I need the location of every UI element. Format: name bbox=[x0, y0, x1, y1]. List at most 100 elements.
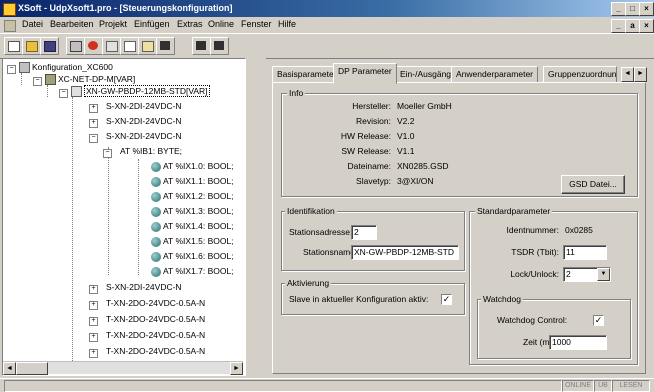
variable-icon bbox=[151, 221, 161, 232]
watchdog-control-label: Watchdog Control: bbox=[497, 315, 568, 325]
status-ueb: ÜB bbox=[594, 380, 612, 392]
save-button[interactable] bbox=[40, 37, 59, 55]
expand-icon[interactable]: + bbox=[89, 104, 98, 113]
tree-horizontal-scrollbar[interactable]: ◄ ► bbox=[3, 361, 243, 375]
status-message bbox=[4, 380, 562, 392]
find-button[interactable] bbox=[156, 37, 175, 55]
expand-icon[interactable]: + bbox=[89, 301, 98, 310]
variable-icon bbox=[151, 176, 161, 187]
tree-module[interactable]: + T-XN-2DO-24VDC-0.5A-N bbox=[89, 313, 205, 326]
stationsname-input[interactable]: XN-GW-PBDP-12MB-STD bbox=[351, 245, 459, 260]
info-group-label: Info bbox=[287, 88, 306, 98]
menu-projekt[interactable]: Projekt bbox=[99, 19, 127, 29]
tree-module[interactable]: + T-XN-2DO-24VDC-0.5A-N bbox=[89, 297, 205, 310]
stationsadresse-input[interactable]: 2 bbox=[351, 225, 377, 240]
compile-button[interactable] bbox=[66, 37, 85, 55]
hersteller-label: Hersteller: bbox=[352, 101, 391, 111]
collapse-icon[interactable]: − bbox=[59, 89, 68, 98]
doc-close-button[interactable]: × bbox=[639, 19, 654, 33]
scroll-thumb[interactable] bbox=[16, 362, 48, 375]
tree-node-gateway[interactable]: − XN-GW-PBDP-12MB-STD[VAR] bbox=[59, 85, 210, 98]
menu-hilfe[interactable]: Hilfe bbox=[278, 19, 296, 29]
menu-fenster[interactable]: Fenster bbox=[241, 19, 272, 29]
watchdog-group bbox=[477, 299, 631, 359]
minimize-button[interactable]: _ bbox=[611, 2, 626, 16]
tree-module[interactable]: − S-XN-2DI-24VDC-N bbox=[89, 130, 182, 143]
watchdog-control-checkbox[interactable]: ✓ bbox=[593, 315, 604, 326]
gsd-datei-button[interactable]: GSD Datei... bbox=[561, 175, 625, 194]
tab-dp-parameter[interactable]: DP Parameter bbox=[333, 63, 397, 84]
tree-module[interactable]: + T-XN-2DO-24VDC-0.5A-N bbox=[89, 329, 205, 342]
tree-module[interactable]: + S-XN-2DI-24VDC-N bbox=[89, 100, 182, 113]
watchdog-group-label: Watchdog bbox=[481, 294, 523, 304]
tree-module[interactable]: + S-XN-2DI-24VDC-N bbox=[89, 115, 182, 128]
tree-bit[interactable]: AT %IX1.7: BOOL; bbox=[151, 265, 234, 277]
compile-icon bbox=[70, 41, 82, 52]
tab-anwenderparameter[interactable]: Anwenderparameter bbox=[451, 66, 539, 83]
menu-bar: Datei Bearbeiten Projekt Einfügen Extras… bbox=[0, 17, 654, 33]
tab-basisparameter[interactable]: Basisparameter bbox=[272, 66, 342, 83]
pane-splitter[interactable] bbox=[246, 58, 266, 378]
expand-icon[interactable]: + bbox=[89, 119, 98, 128]
collapse-icon[interactable]: − bbox=[7, 65, 16, 74]
stop-button[interactable] bbox=[84, 37, 103, 55]
stationsname-label: Stationsname: bbox=[303, 247, 358, 257]
tree-bit[interactable]: AT %IX1.0: BOOL; bbox=[151, 160, 234, 172]
tree-module[interactable]: + S-XN-2DI-24VDC-N bbox=[89, 281, 182, 294]
dp-parameter-panel: Info Hersteller: Moeller GmbH Revision: … bbox=[272, 82, 646, 374]
open-button[interactable] bbox=[22, 37, 41, 55]
cut-button[interactable] bbox=[102, 37, 121, 55]
doc-restore-button[interactable]: a bbox=[625, 19, 640, 33]
menu-online[interactable]: Online bbox=[208, 19, 234, 29]
master-icon bbox=[45, 74, 56, 86]
tab-gruppenzuordnung[interactable]: Gruppenzuordnung bbox=[543, 66, 617, 83]
collapse-icon[interactable]: − bbox=[33, 77, 42, 86]
expand-icon[interactable]: + bbox=[89, 349, 98, 358]
slave-aktiv-checkbox[interactable]: ✓ bbox=[441, 294, 452, 305]
variable-icon bbox=[151, 251, 161, 262]
tree-node-root[interactable]: − Konfiguration_XC600 bbox=[7, 61, 113, 74]
tree-line bbox=[47, 85, 48, 97]
expand-icon[interactable]: + bbox=[89, 285, 98, 294]
close-button[interactable]: × bbox=[639, 2, 654, 16]
doc-minimize-button[interactable]: _ bbox=[611, 19, 626, 33]
maximize-button[interactable]: □ bbox=[625, 2, 640, 16]
find-next-button[interactable] bbox=[192, 37, 211, 55]
collapse-icon[interactable]: − bbox=[103, 149, 112, 158]
scroll-right-icon[interactable]: ► bbox=[230, 362, 243, 375]
tree-byte[interactable]: − AT %IB1: BYTE; bbox=[103, 145, 182, 158]
tree-bit[interactable]: AT %IX1.6: BOOL; bbox=[151, 250, 234, 262]
tree-node-bus[interactable]: − XC-NET-DP-M[VAR] bbox=[33, 73, 135, 86]
configuration-tree[interactable]: − Konfiguration_XC600 − XC-NET-DP-M[VAR] −… bbox=[2, 58, 246, 376]
zeit-input[interactable]: 1000 bbox=[549, 335, 607, 350]
tree-line bbox=[72, 97, 73, 367]
expand-icon[interactable]: + bbox=[89, 317, 98, 326]
menu-datei[interactable]: Datei bbox=[22, 19, 43, 29]
tsdr-input[interactable]: 11 bbox=[563, 245, 607, 260]
menu-einfuegen[interactable]: Einfügen bbox=[134, 19, 170, 29]
scroll-left-icon[interactable]: ◄ bbox=[3, 362, 16, 375]
tree-bit[interactable]: AT %IX1.5: BOOL; bbox=[151, 235, 234, 247]
tree-bit[interactable]: AT %IX1.4: BOOL; bbox=[151, 220, 234, 232]
paste-button[interactable] bbox=[138, 37, 157, 55]
status-lesen: LESEN bbox=[612, 380, 650, 392]
copy-button[interactable] bbox=[120, 37, 139, 55]
slavetyp-label: Slavetyp: bbox=[356, 176, 391, 186]
collapse-icon[interactable]: − bbox=[89, 134, 98, 143]
tree-bit[interactable]: AT %IX1.3: BOOL; bbox=[151, 205, 234, 217]
tree-module[interactable]: + T-XN-2DO-24VDC-0.5A-N bbox=[89, 345, 205, 358]
chevron-down-icon[interactable]: ▼ bbox=[597, 268, 610, 281]
tree-bit[interactable]: AT %IX1.1: BOOL; bbox=[151, 175, 234, 187]
tree-bit[interactable]: AT %IX1.2: BOOL; bbox=[151, 190, 234, 202]
variable-icon bbox=[151, 191, 161, 202]
new-button[interactable] bbox=[4, 37, 23, 55]
menu-bearbeiten[interactable]: Bearbeiten bbox=[50, 19, 94, 29]
lock-unlock-select[interactable]: 2 ▼ bbox=[563, 267, 611, 282]
menu-extras[interactable]: Extras bbox=[177, 19, 203, 29]
expand-icon[interactable]: + bbox=[89, 333, 98, 342]
tab-scroll-right-icon[interactable]: ► bbox=[634, 67, 647, 82]
dateiname-value: XN0285.GSD bbox=[397, 161, 449, 171]
document-icon[interactable] bbox=[4, 20, 16, 32]
replace-button[interactable] bbox=[210, 37, 229, 55]
tab-scroll-left-icon[interactable]: ◄ bbox=[621, 67, 634, 82]
